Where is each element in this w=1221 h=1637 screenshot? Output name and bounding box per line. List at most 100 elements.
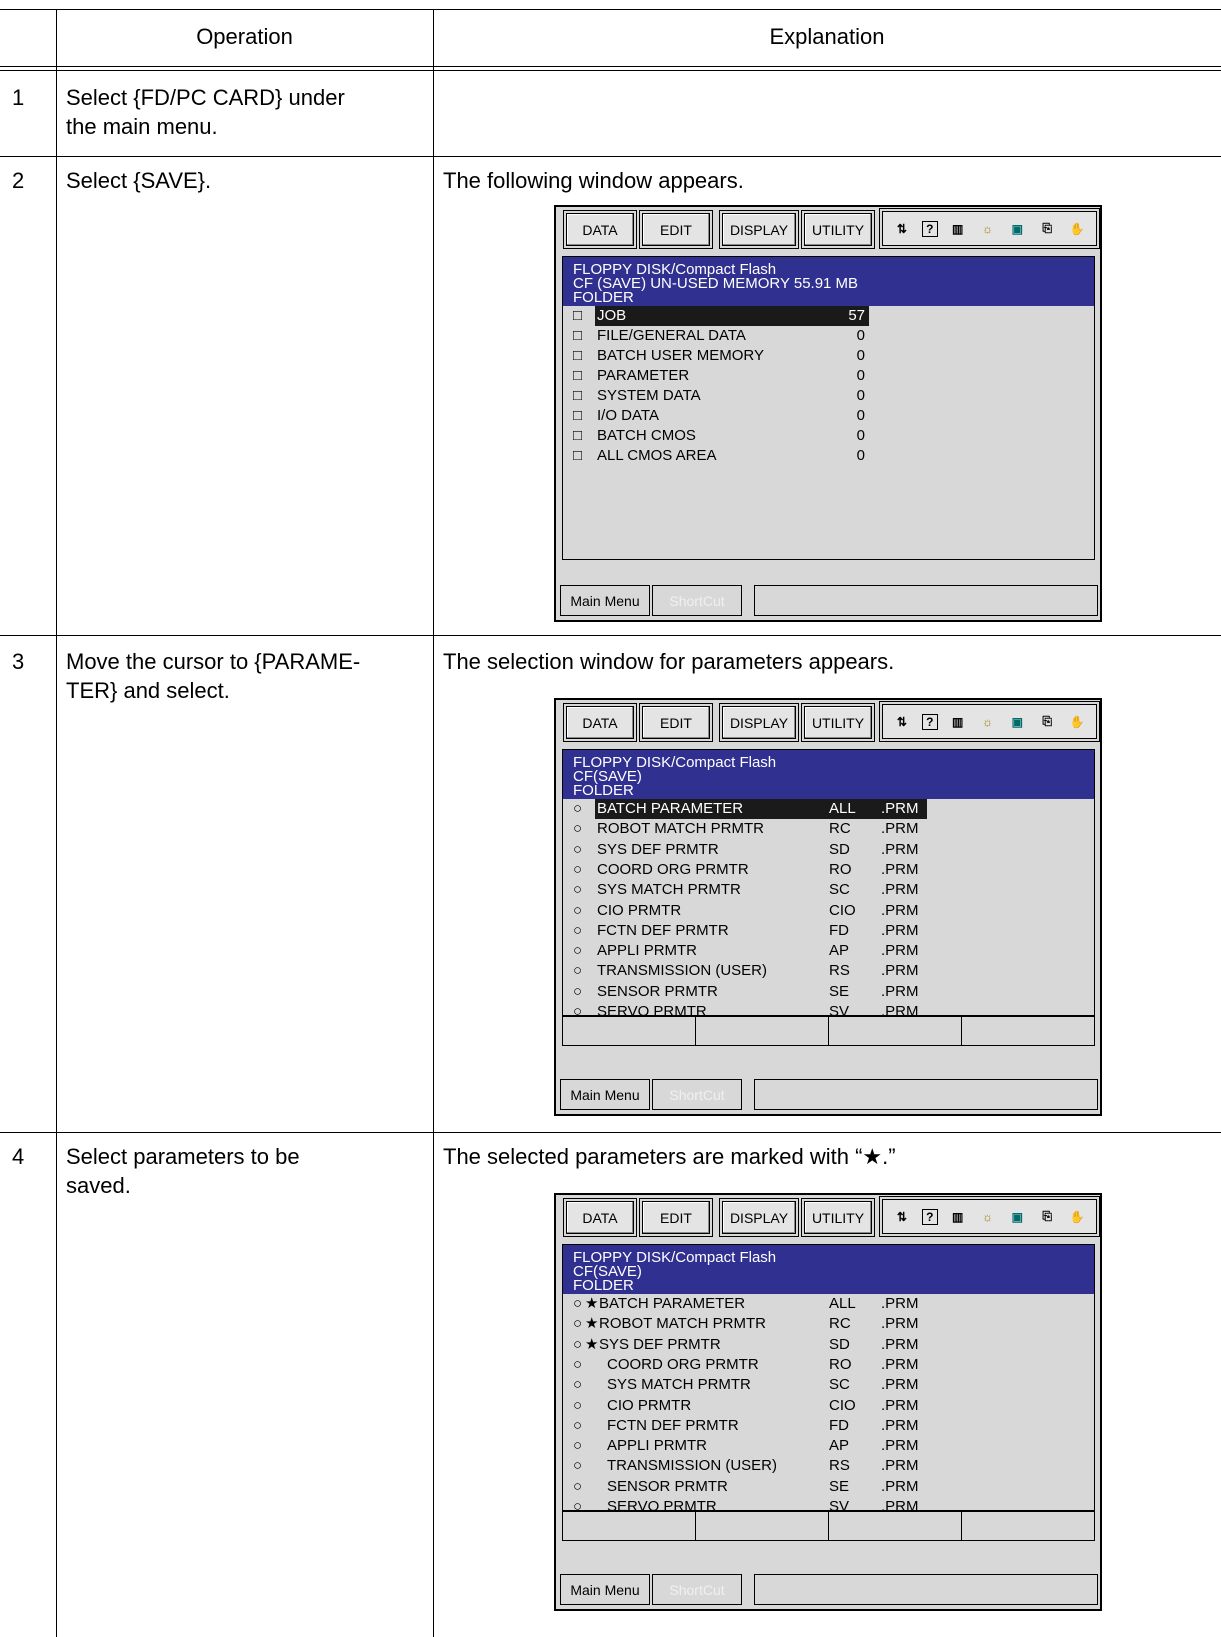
main-menu-button[interactable]: Main Menu	[560, 1079, 650, 1110]
radio-icon[interactable]: ○	[573, 1355, 582, 1375]
utility-menu-button[interactable]: UTILITY	[801, 703, 875, 742]
radio-icon[interactable]: ○	[573, 1294, 582, 1314]
function-key[interactable]	[829, 1017, 962, 1045]
list-item[interactable]: ○ TRANSMISSION (USER) RS .PRM	[563, 961, 1094, 981]
checkbox-icon[interactable]: □	[573, 446, 582, 466]
radio-icon[interactable]: ○	[573, 819, 582, 839]
panel-title: FLOPPY DISK/Compact Flash CF(SAVE) FOLDE…	[563, 750, 1094, 799]
radio-icon[interactable]: ○	[573, 799, 582, 819]
list-item[interactable]: □ PARAMETER 0	[563, 366, 1094, 386]
checkbox-icon[interactable]: □	[573, 346, 582, 366]
radio-icon[interactable]: ○	[573, 961, 582, 981]
function-key[interactable]	[829, 1512, 962, 1540]
list-item[interactable]: ○ SENSOR PRMTR SE .PRM	[563, 982, 1094, 1002]
column-rule	[433, 9, 434, 1637]
radio-icon[interactable]: ○	[573, 1396, 582, 1416]
data-menu-button[interactable]: DATA	[563, 703, 637, 742]
data-menu-button[interactable]: DATA	[563, 210, 637, 249]
list-item[interactable]: □ I/O DATA 0	[563, 406, 1094, 426]
pendant-screen-parameter-select: DATA EDIT DISPLAY UTILITY ⇅ ? ▥ ☼ ▣ ⎘ ✋ …	[554, 698, 1102, 1116]
function-key[interactable]	[696, 1017, 829, 1045]
list-item[interactable]: ○ BATCH PARAMETER ALL .PRM	[563, 799, 1094, 819]
operation-header: Operation	[196, 24, 293, 49]
list-item[interactable]: □ ALL CMOS AREA 0	[563, 446, 1094, 466]
step-operation-line: saved.	[66, 1173, 131, 1198]
parameter-code: RS	[829, 1457, 850, 1475]
list-item[interactable]: ○ TRANSMISSION (USER) RS .PRM	[563, 1456, 1094, 1476]
list-item[interactable]: □ JOB 57	[563, 306, 1094, 326]
manual-speed-icon: ▥	[951, 714, 964, 729]
radio-icon[interactable]: ○	[573, 1335, 582, 1355]
radio-icon[interactable]: ○	[573, 982, 582, 1002]
function-key[interactable]	[962, 1512, 1094, 1540]
list-item[interactable]: □ SYSTEM DATA 0	[563, 386, 1094, 406]
list-item[interactable]: ○ COORD ORG PRMTR RO .PRM	[563, 1355, 1094, 1375]
remote-icon: ▣	[1011, 714, 1023, 729]
checkbox-icon[interactable]: □	[573, 306, 582, 326]
list-item[interactable]: □ BATCH USER MEMORY 0	[563, 346, 1094, 366]
step-number: 3	[12, 649, 25, 674]
list-item[interactable]: ○ APPLI PRMTR AP .PRM	[563, 1436, 1094, 1456]
checkbox-icon[interactable]: □	[573, 366, 582, 386]
utility-menu-button[interactable]: UTILITY	[801, 1198, 875, 1237]
radio-icon[interactable]: ○	[573, 1375, 582, 1395]
parameter-label: SENSOR PRMTR	[607, 1477, 728, 1495]
radio-icon[interactable]: ○	[573, 840, 582, 860]
list-item[interactable]: ○ SENSOR PRMTR SE .PRM	[563, 1477, 1094, 1497]
list-item[interactable]: ○ ★ ROBOT MATCH PRMTR RC .PRM	[563, 1314, 1094, 1334]
display-menu-button[interactable]: DISPLAY	[719, 210, 799, 249]
step-explanation: The selection window for parameters appe…	[443, 649, 895, 674]
radio-icon[interactable]: ○	[573, 860, 582, 880]
list-item[interactable]: ○ SYS MATCH PRMTR SC .PRM	[563, 880, 1094, 900]
radio-icon[interactable]: ○	[573, 880, 582, 900]
list-item[interactable]: ○ CIO PRMTR CIO .PRM	[563, 1396, 1094, 1416]
list-item[interactable]: ○ COORD ORG PRMTR RO .PRM	[563, 860, 1094, 880]
radio-icon[interactable]: ○	[573, 1477, 582, 1497]
radio-icon[interactable]: ○	[573, 921, 582, 941]
edit-menu-button[interactable]: EDIT	[639, 210, 713, 249]
function-key[interactable]	[962, 1017, 1094, 1045]
function-key[interactable]	[696, 1512, 829, 1540]
parameter-label: SYS DEF PRMTR	[597, 840, 719, 858]
list-item[interactable]: ○ ★ SYS DEF PRMTR SD .PRM	[563, 1335, 1094, 1355]
radio-icon[interactable]: ○	[573, 1314, 582, 1334]
list-item[interactable]: ○ CIO PRMTR CIO .PRM	[563, 901, 1094, 921]
display-menu-button[interactable]: DISPLAY	[719, 1198, 799, 1237]
list-item[interactable]: ○ SYS MATCH PRMTR SC .PRM	[563, 1375, 1094, 1395]
list-item[interactable]: ○ ROBOT MATCH PRMTR RC .PRM	[563, 819, 1094, 839]
data-menu-button[interactable]: DATA	[563, 1198, 637, 1237]
display-menu-button[interactable]: DISPLAY	[719, 703, 799, 742]
checkbox-icon[interactable]: □	[573, 426, 582, 446]
edit-menu-button[interactable]: EDIT	[639, 1198, 713, 1237]
list-item[interactable]: ○ ★ BATCH PARAMETER ALL .PRM	[563, 1294, 1094, 1314]
checkbox-icon[interactable]: □	[573, 326, 582, 346]
parameter-extension: .PRM	[881, 921, 919, 939]
list-item[interactable]: ○ SYS DEF PRMTR SD .PRM	[563, 840, 1094, 860]
list-item[interactable]: ○ FCTN DEF PRMTR FD .PRM	[563, 921, 1094, 941]
list-item[interactable]: ○ FCTN DEF PRMTR FD .PRM	[563, 1416, 1094, 1436]
status-icons: ⇅ ? ▥ ☼ ▣ ⎘ ✋	[879, 208, 1100, 249]
message-area	[754, 1079, 1098, 1110]
parameter-extension: .PRM	[881, 800, 919, 817]
shortcut-button[interactable]: ShortCut	[652, 1574, 742, 1605]
radio-icon[interactable]: ○	[573, 941, 582, 961]
radio-icon[interactable]: ○	[573, 901, 582, 921]
edit-menu-button[interactable]: EDIT	[639, 703, 713, 742]
radio-icon[interactable]: ○	[573, 1456, 582, 1476]
parameter-label: FCTN DEF PRMTR	[597, 921, 729, 939]
main-menu-button[interactable]: Main Menu	[560, 585, 650, 616]
list-item[interactable]: □ FILE/GENERAL DATA 0	[563, 326, 1094, 346]
shortcut-button[interactable]: ShortCut	[652, 585, 742, 616]
main-menu-button[interactable]: Main Menu	[560, 1574, 650, 1605]
checkbox-icon[interactable]: □	[573, 406, 582, 426]
function-key[interactable]	[563, 1512, 696, 1540]
utility-menu-button[interactable]: UTILITY	[801, 210, 875, 249]
function-key[interactable]	[563, 1017, 696, 1045]
list-item[interactable]: □ BATCH CMOS 0	[563, 426, 1094, 446]
cycle-icon: ?	[921, 1208, 938, 1225]
checkbox-icon[interactable]: □	[573, 386, 582, 406]
radio-icon[interactable]: ○	[573, 1416, 582, 1436]
shortcut-button[interactable]: ShortCut	[652, 1079, 742, 1110]
list-item[interactable]: ○ APPLI PRMTR AP .PRM	[563, 941, 1094, 961]
radio-icon[interactable]: ○	[573, 1436, 582, 1456]
